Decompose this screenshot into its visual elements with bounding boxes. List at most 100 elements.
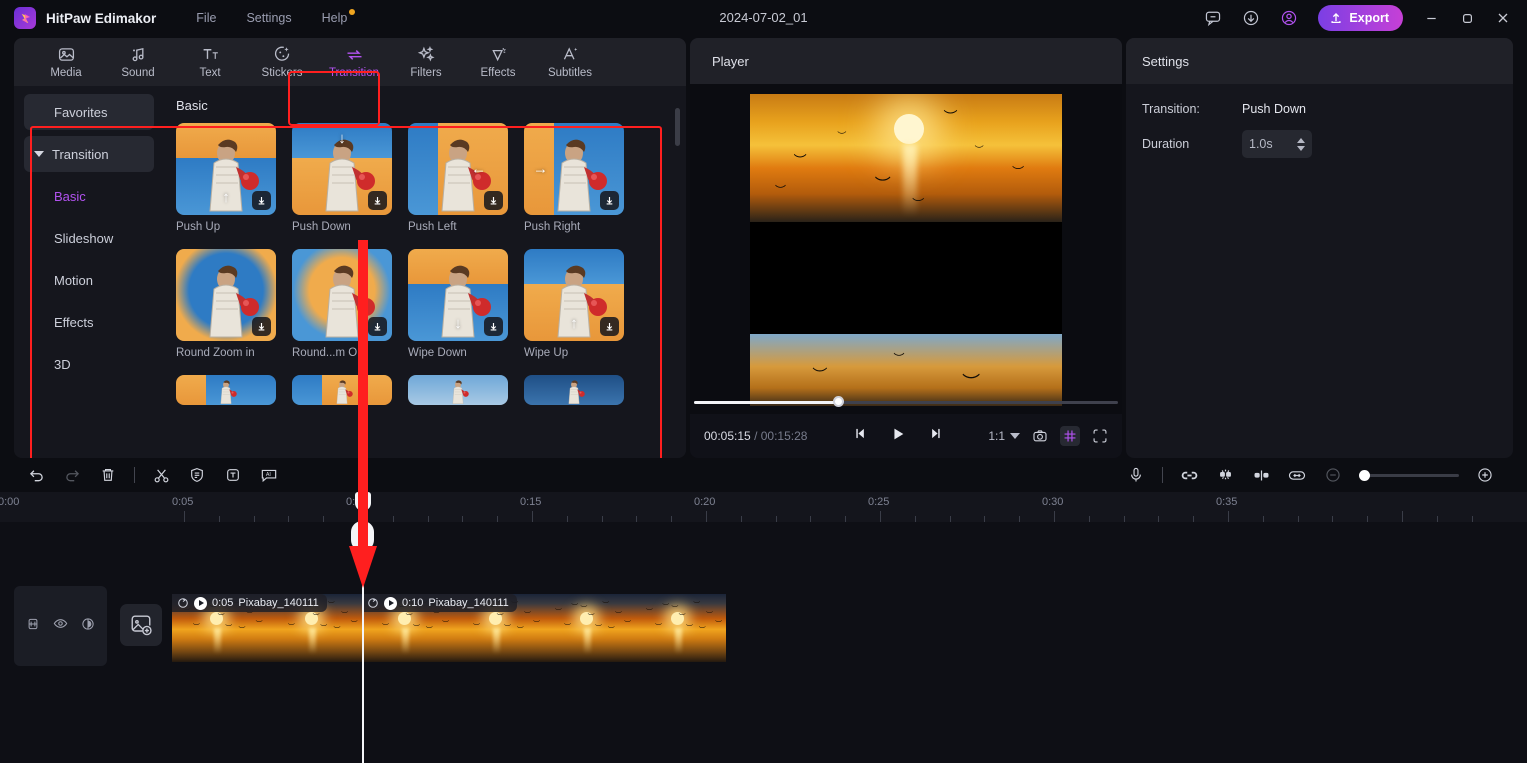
menu-settings[interactable]: Settings <box>246 11 291 25</box>
sidebar-item-favorites[interactable]: Favorites <box>24 94 154 130</box>
sidebar-item-slideshow[interactable]: Slideshow <box>24 220 154 256</box>
zoom-in-button[interactable] <box>1467 458 1503 492</box>
transition-thumbnail[interactable] <box>292 375 392 405</box>
zoom-slider-knob[interactable] <box>1359 470 1370 481</box>
transition-item[interactable] <box>408 375 508 405</box>
transition-item[interactable]: →Push Right <box>524 123 624 233</box>
transition-item[interactable]: ←Push Left <box>408 123 508 233</box>
timeline-clip[interactable]: ︶︶︶︶︶︶︶︶︶︶︶︶︶︶︶︶︶︶︶︶0:05Pixabay_140111 <box>172 594 362 662</box>
transition-thumbnail[interactable]: ↑ <box>524 249 624 341</box>
timeline-ruler[interactable]: 0:000:050:100:150:200:250:300:35 <box>0 492 1527 522</box>
transition-thumbnail[interactable] <box>524 375 624 405</box>
link-button[interactable] <box>1171 458 1207 492</box>
download-icon[interactable] <box>600 191 619 210</box>
transition-item[interactable]: Round...m Out <box>292 249 392 359</box>
undo-button[interactable] <box>18 458 54 492</box>
progress-track[interactable] <box>694 401 1118 404</box>
minimize-button[interactable] <box>1413 0 1449 36</box>
tab-transition[interactable]: Transition <box>320 39 388 85</box>
transition-thumbnail[interactable]: → <box>524 123 624 215</box>
download-icon[interactable] <box>252 317 271 336</box>
lock-icon[interactable] <box>26 617 40 636</box>
transition-item[interactable]: ↓Push Down <box>292 123 392 233</box>
download-icon[interactable] <box>368 317 387 336</box>
zoom-out-button[interactable] <box>1315 458 1351 492</box>
tab-effects[interactable]: Effects <box>464 39 532 85</box>
sidebar-item-motion[interactable]: Motion <box>24 262 154 298</box>
next-frame-button[interactable] <box>928 426 943 446</box>
tab-text[interactable]: Text <box>176 39 244 85</box>
menu-file[interactable]: File <box>196 11 216 25</box>
zoom-slider[interactable] <box>1359 474 1459 477</box>
sidebar-item-3d[interactable]: 3D <box>24 346 154 382</box>
tab-filters[interactable]: Filters <box>392 39 460 85</box>
ruler-label: 0:25 <box>868 496 889 508</box>
spinner-up-icon[interactable] <box>1297 138 1305 143</box>
transition-thumbnail[interactable] <box>176 375 276 405</box>
microphone-button[interactable] <box>1118 458 1154 492</box>
transition-item[interactable] <box>176 375 276 405</box>
feedback-icon[interactable] <box>1194 0 1232 36</box>
timeline-clip[interactable]: ︶︶︶︶︶︶︶︶︶︶︶︶︶︶︶︶︶︶︶︶︶︶︶︶︶︶︶︶︶︶︶︶︶︶︶︶︶︶︶︶… <box>362 594 726 662</box>
mute-audio-icon[interactable] <box>81 617 95 636</box>
playhead[interactable] <box>362 492 364 763</box>
transition-thumbnail[interactable]: ↓ <box>408 249 508 341</box>
duration-stepper[interactable]: 1.0s <box>1242 130 1312 158</box>
download-icon[interactable] <box>252 191 271 210</box>
transition-item[interactable]: Round Zoom in <box>176 249 276 359</box>
ai-button[interactable]: AI <box>251 458 287 492</box>
fit-to-width-button[interactable] <box>1279 458 1315 492</box>
tab-stickers[interactable]: Stickers <box>248 39 316 85</box>
magnet-snap-button[interactable] <box>1207 458 1243 492</box>
playhead-grip[interactable] <box>355 492 371 511</box>
transition-item[interactable]: ↑Wipe Up <box>524 249 624 359</box>
transition-scrollbar[interactable] <box>675 108 680 146</box>
progress-knob[interactable] <box>833 396 844 407</box>
delete-button[interactable] <box>90 458 126 492</box>
transition-thumbnail[interactable]: ↑ <box>176 123 276 215</box>
visibility-eye-icon[interactable] <box>53 616 68 636</box>
snapshot-icon[interactable] <box>1032 428 1048 444</box>
sidebar-item-basic[interactable]: Basic <box>24 178 154 214</box>
fullscreen-icon[interactable] <box>1092 428 1108 444</box>
menu-help[interactable]: Help <box>322 11 348 25</box>
download-icon[interactable] <box>1232 0 1270 36</box>
grid-icon[interactable] <box>1060 426 1080 446</box>
aspect-ratio-select[interactable]: 1:1 <box>988 429 1020 443</box>
split-scissors-button[interactable] <box>143 458 179 492</box>
account-icon[interactable] <box>1270 0 1308 36</box>
sidebar-item-effects[interactable]: Effects <box>24 304 154 340</box>
transition-thumbnail[interactable]: ↓ <box>292 123 392 215</box>
player-progress[interactable] <box>690 390 1122 414</box>
transition-item[interactable]: ↑Push Up <box>176 123 276 233</box>
align-split-button[interactable] <box>1243 458 1279 492</box>
tab-subtitles[interactable]: Subtitles <box>536 39 604 85</box>
maximize-button[interactable] <box>1449 0 1485 36</box>
tab-media[interactable]: Media <box>32 39 100 85</box>
duration-spinner[interactable] <box>1297 138 1305 151</box>
transition-thumbnail[interactable]: ← <box>408 123 508 215</box>
export-button[interactable]: Export <box>1318 5 1403 31</box>
close-button[interactable] <box>1485 0 1521 36</box>
prev-frame-button[interactable] <box>853 426 868 446</box>
transition-thumbnail[interactable] <box>176 249 276 341</box>
scissors-icon[interactable] <box>351 521 374 551</box>
transition-item[interactable] <box>292 375 392 405</box>
ruler-tick <box>254 516 255 522</box>
transition-item[interactable] <box>524 375 624 405</box>
transition-thumbnail[interactable] <box>292 249 392 341</box>
mask-button[interactable] <box>179 458 215 492</box>
download-icon[interactable] <box>484 191 503 210</box>
redo-button[interactable] <box>54 458 90 492</box>
tab-sound[interactable]: Sound <box>104 39 172 85</box>
spinner-down-icon[interactable] <box>1297 146 1305 151</box>
transition-thumbnail[interactable] <box>408 375 508 405</box>
add-text-button[interactable] <box>215 458 251 492</box>
transition-item[interactable]: ↓Wipe Down <box>408 249 508 359</box>
sidebar-item-transition[interactable]: Transition <box>24 136 154 172</box>
add-media-button[interactable] <box>120 604 162 646</box>
download-icon[interactable] <box>368 191 387 210</box>
play-button[interactable] <box>890 426 906 447</box>
download-icon[interactable] <box>600 317 619 336</box>
download-icon[interactable] <box>484 317 503 336</box>
